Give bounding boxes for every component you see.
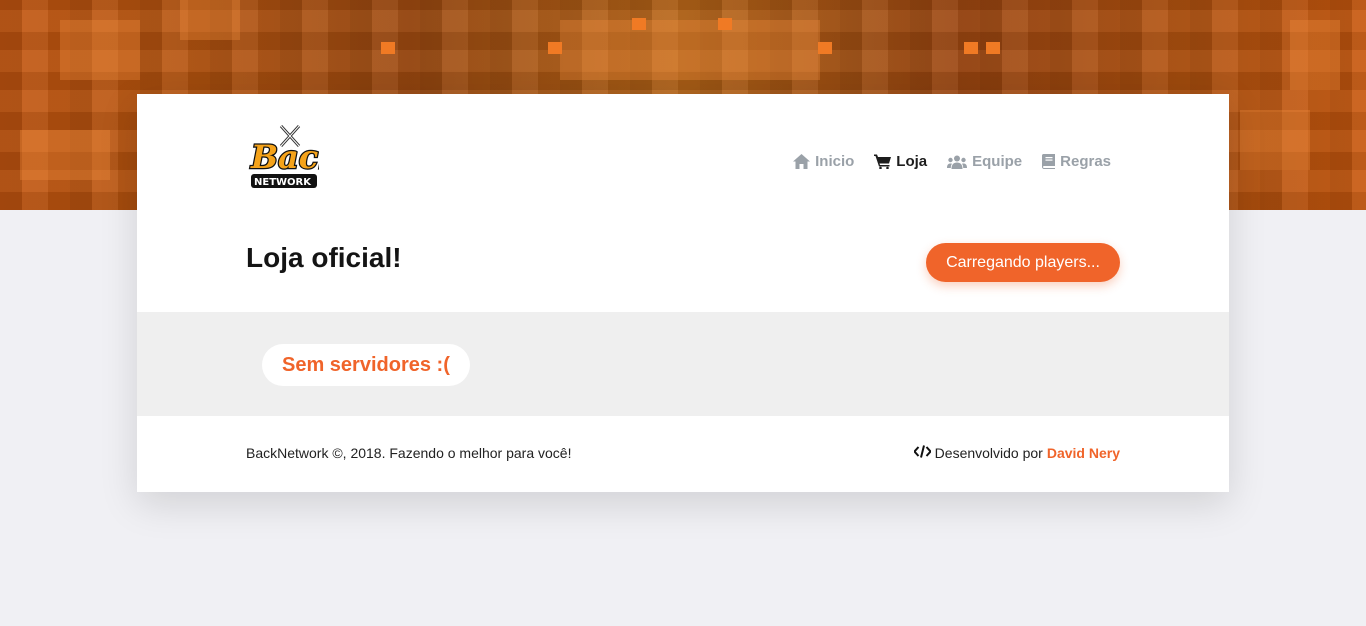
site-logo[interactable]: Back NETWORK bbox=[247, 124, 342, 196]
players-button[interactable]: Carregando players... bbox=[926, 243, 1120, 282]
main-nav: Inicio Loja Equipe Regras bbox=[793, 153, 1111, 170]
svg-text:NETWORK: NETWORK bbox=[254, 177, 312, 188]
home-icon bbox=[793, 154, 811, 169]
nav-item-regras[interactable]: Regras bbox=[1042, 153, 1111, 170]
footer-dev-prefix: Desenvolvido por bbox=[934, 445, 1043, 461]
nav-label: Inicio bbox=[815, 153, 855, 170]
footer-copyright: BackNetwork ©, 2018. Fazendo o melhor pa… bbox=[246, 445, 572, 461]
nav-label: Loja bbox=[896, 153, 928, 170]
page-title: Loja oficial! bbox=[246, 242, 402, 273]
main-card: Back NETWORK Inicio Loja Equipe bbox=[137, 94, 1229, 492]
empty-servers-message: Sem servidores :( bbox=[262, 344, 470, 386]
nav-label: Regras bbox=[1060, 153, 1111, 170]
nav-item-inicio[interactable]: Inicio bbox=[793, 153, 854, 170]
nav-label: Equipe bbox=[972, 153, 1023, 170]
servers-section: Sem servidores :( bbox=[137, 312, 1229, 416]
code-icon bbox=[912, 445, 932, 461]
svg-text:Back: Back bbox=[250, 138, 319, 176]
developer-link[interactable]: David Nery bbox=[1047, 445, 1120, 461]
footer-credits: Desenvolvido por David Nery bbox=[912, 445, 1120, 461]
users-icon bbox=[947, 155, 968, 169]
nav-item-equipe[interactable]: Equipe bbox=[947, 153, 1022, 170]
book-icon bbox=[1042, 154, 1056, 169]
nav-item-loja[interactable]: Loja bbox=[874, 153, 927, 170]
cart-icon bbox=[874, 154, 892, 169]
